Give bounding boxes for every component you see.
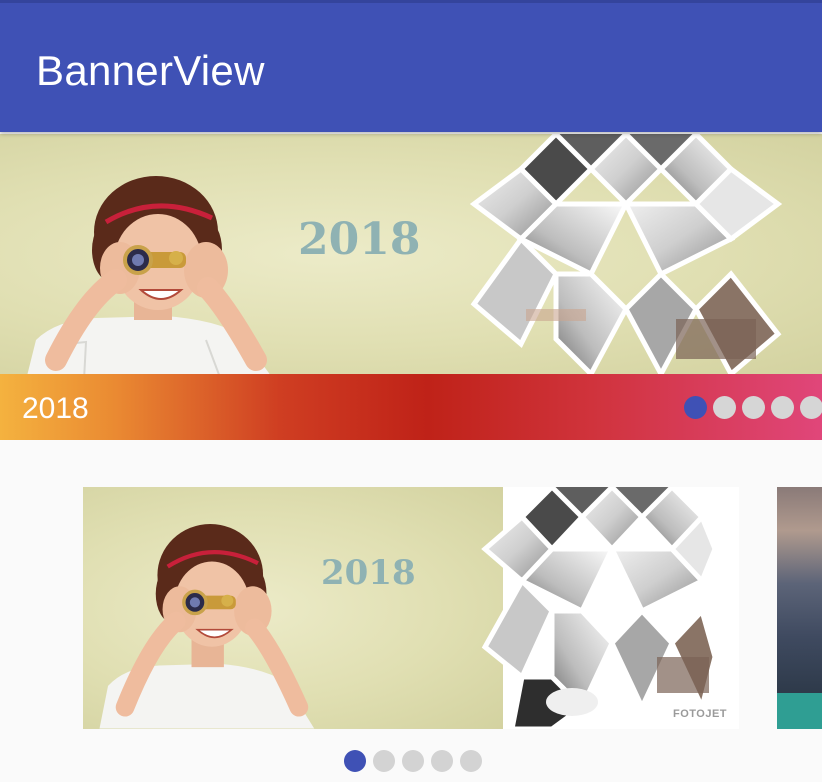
carousel-indicator-dot-5[interactable] — [460, 750, 482, 772]
carousel-card-image: 2018 — [83, 487, 503, 729]
indicator-dot-4[interactable] — [771, 396, 794, 419]
carousel-page-indicator[interactable] — [344, 750, 482, 772]
indicator-dot-2[interactable] — [713, 396, 736, 419]
carousel-card-year-text: 2018 — [321, 553, 416, 593]
carousel-indicator-dot-2[interactable] — [373, 750, 395, 772]
girl-with-binoculars-illustration — [99, 524, 315, 729]
page-indicator[interactable] — [684, 396, 822, 419]
girl-with-binoculars-illustration — [27, 176, 270, 374]
carousel-card-next-band — [777, 693, 822, 729]
carousel-indicator-dot-4[interactable] — [431, 750, 453, 772]
indicator-dot-3[interactable] — [742, 396, 765, 419]
fotojet-watermark: FOTOJET — [672, 708, 727, 720]
room-photo-collage — [481, 487, 717, 729]
carousel-indicator-dot-3[interactable] — [402, 750, 424, 772]
banner-image-year-text: 2018 — [298, 214, 421, 265]
indicator-dot-5[interactable] — [800, 396, 822, 419]
app-title: BannerView — [36, 47, 265, 94]
banner-caption-bar: 2018 — [0, 374, 822, 440]
app-bar: BannerView — [0, 0, 822, 132]
room-photo-collage — [469, 134, 783, 374]
card-carousel-banner[interactable]: 2018 FOTOJET — [0, 440, 822, 782]
carousel-card-current[interactable]: 2018 FOTOJET — [83, 487, 739, 729]
full-width-banner[interactable]: 2018 2018 — [0, 134, 822, 440]
indicator-dot-1[interactable] — [684, 396, 707, 419]
carousel-card-next[interactable] — [777, 487, 822, 729]
banner-caption-title: 2018 — [22, 392, 89, 425]
carousel-indicator-dot-1[interactable] — [344, 750, 366, 772]
